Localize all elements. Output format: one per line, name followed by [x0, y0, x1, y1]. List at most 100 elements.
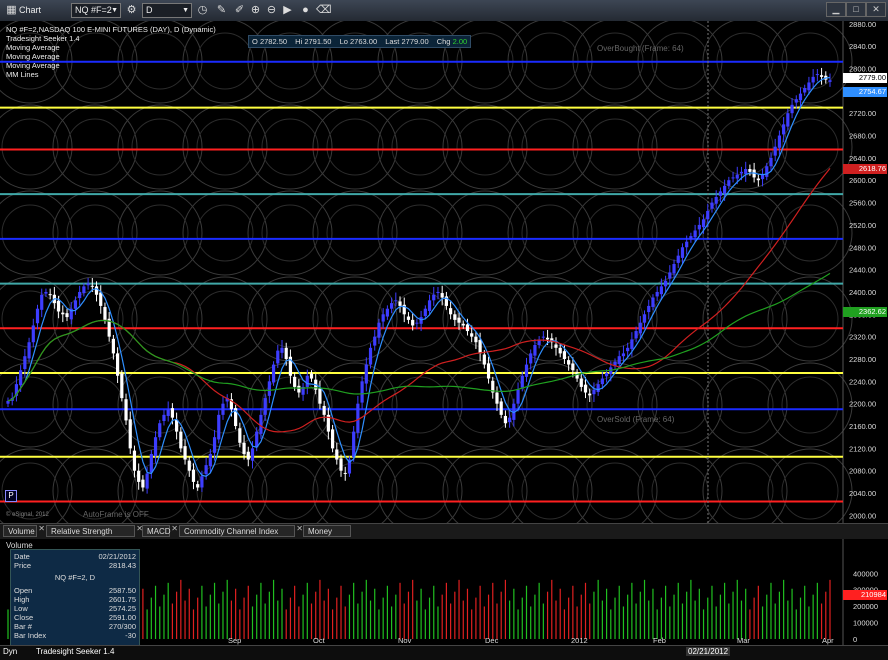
bar-label: Bar #: [14, 622, 32, 631]
candle-body: [815, 74, 819, 76]
tab-macd[interactable]: MACD ✕: [142, 524, 178, 537]
candle-body: [149, 453, 153, 473]
candle-body: [782, 124, 786, 135]
brush-icon[interactable]: ✐: [232, 3, 247, 18]
tab-cci[interactable]: Commodity Channel Index (CCI)✕: [179, 524, 303, 548]
candle-body: [630, 339, 634, 349]
candle-body: [604, 372, 609, 377]
play-icon[interactable]: ▶: [280, 3, 295, 18]
link-icon[interactable]: ⚙: [124, 3, 139, 18]
candle-body: [297, 385, 301, 393]
legend-ma3-line: Moving Average: [6, 61, 60, 70]
close-icon[interactable]: ✕: [171, 523, 178, 535]
y-tick-label: 2840.00: [849, 42, 876, 51]
y-tick-label: 2200.00: [849, 400, 876, 409]
candle-body: [27, 342, 31, 359]
candle-body: [120, 373, 124, 399]
quote-bar: O 2782.50 Hi 2791.50 Lo 2763.00 Last 277…: [248, 35, 472, 48]
candle-body: [807, 82, 811, 91]
chevron-down-icon[interactable]: ▼: [111, 4, 118, 17]
candle-body: [457, 317, 461, 323]
legend-mm-line: MM Lines: [6, 70, 39, 79]
clock-icon[interactable]: ◷: [195, 3, 210, 18]
candle-body: [137, 470, 141, 482]
pencil-icon[interactable]: ✎: [214, 3, 229, 18]
legend-ma1-line: Moving Average: [6, 43, 60, 52]
close-button[interactable]: ✕: [866, 2, 886, 17]
candle-body: [31, 325, 35, 343]
candle-body: [634, 331, 638, 339]
candle-body: [701, 219, 706, 228]
open-value: 2587.50: [108, 586, 136, 595]
volume-tick-label: 0: [853, 635, 857, 644]
candle-body: [343, 472, 347, 474]
x-tick-label: Dec: [485, 636, 499, 645]
close-label: Close: [14, 613, 34, 622]
cursor-date: 02/21/2012: [686, 647, 731, 656]
candle-body: [798, 93, 803, 101]
candle-body: [777, 135, 782, 148]
candle-body: [689, 236, 693, 240]
candle-body: [65, 313, 69, 318]
candle-body: [6, 400, 10, 404]
close-value: 2591.00: [108, 613, 136, 622]
candle-body: [626, 347, 630, 352]
zoom-out-icon[interactable]: ⊖: [264, 3, 279, 18]
candle-body: [305, 375, 309, 387]
tab-money-flow[interactable]: Money Flow: [303, 525, 351, 548]
volume-tag: 210984: [843, 590, 887, 600]
candle-body: [44, 291, 48, 294]
candle-body: [284, 347, 288, 359]
candle-body: [583, 384, 588, 393]
candle-body: [250, 448, 255, 461]
candle-body: [280, 347, 284, 353]
candle-body: [440, 293, 444, 298]
maximize-button[interactable]: □: [846, 2, 866, 17]
candle-body: [200, 476, 204, 488]
minimize-button[interactable]: ▁: [826, 2, 846, 17]
volume-tick-label: 200000: [853, 602, 878, 611]
candle-body: [470, 333, 474, 337]
databox-symbol: NQ #F=2, D: [54, 573, 96, 582]
candle-body: [760, 174, 765, 180]
symbol-input[interactable]: NQ #F=2 ▼: [71, 3, 121, 18]
x-tick-label: Oct: [313, 636, 326, 645]
candle-body: [545, 337, 550, 340]
record-icon[interactable]: ●: [298, 3, 313, 18]
legend-seeker-line: Tradesight Seeker 1.4: [6, 34, 80, 43]
candle-body: [90, 285, 94, 287]
candle-body: [676, 255, 680, 263]
chart-legend: NQ #F=2,NASDAQ 100 E-MINI FUTURES (DAY),…: [6, 25, 216, 79]
candle-body: [811, 76, 815, 83]
bar-index-value: -30: [125, 631, 136, 640]
interval-value: D: [146, 5, 153, 15]
y-tick-label: 2880.00: [849, 21, 876, 29]
candle-body: [158, 423, 162, 438]
low-value: 2574.25: [108, 604, 136, 613]
quote-last-value: 2779.00: [401, 37, 429, 46]
tab-rsi[interactable]: Relative Strength Index✕: [46, 524, 143, 548]
candle-body: [575, 372, 579, 379]
low-label: Low: [14, 604, 28, 613]
p-marker[interactable]: P: [5, 490, 17, 502]
dynamic-label: Dyn: [3, 647, 18, 656]
y-tick-label: 2600.00: [849, 176, 876, 185]
candle-body: [495, 392, 499, 404]
candle-body: [221, 403, 225, 415]
close-icon[interactable]: ✕: [296, 523, 303, 535]
chevron-down-icon[interactable]: ▼: [182, 4, 189, 17]
interval-input[interactable]: D ▼: [142, 3, 192, 18]
close-icon[interactable]: ✕: [38, 523, 45, 535]
candle-body: [499, 401, 503, 415]
candle-body: [318, 388, 322, 404]
window-titlebar: ▦ Chart NQ #F=2 ▼ ⚙ D ▼ ◷ ✎ ✐ ⊕ ⊖ ▶ ● ⌫ …: [0, 0, 888, 22]
candle-body: [56, 300, 61, 312]
candle-body: [238, 428, 242, 443]
last-price-tag: 2779.00: [843, 73, 887, 83]
candle-body: [592, 389, 596, 395]
zoom-in-icon[interactable]: ⊕: [248, 3, 263, 18]
price-chart[interactable]: 2000.00 2040.00 2080.00 2120.00 2160.00 2200.…: [0, 21, 888, 523]
candle-body: [503, 415, 508, 424]
eraser-icon[interactable]: ⌫: [316, 3, 332, 18]
tab-volume[interactable]: Volume ✕: [3, 524, 45, 537]
